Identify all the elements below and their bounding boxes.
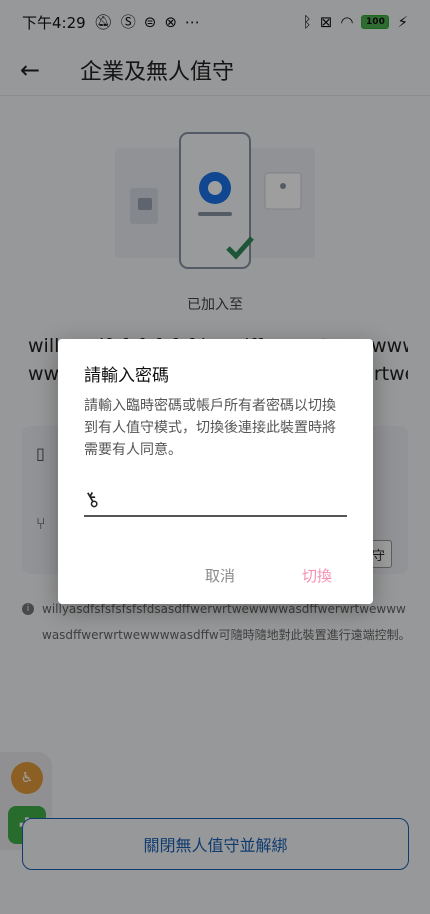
key-icon: ⚷	[78, 484, 104, 514]
input-underline	[84, 515, 347, 517]
password-dialog: 請輸入密碼 請輸入臨時密碼或帳戶所有者密碼以切換到有人值守模式，切換後連接此裝置…	[58, 339, 373, 604]
dialog-title: 請輸入密碼	[84, 366, 169, 386]
dialog-message: 請輸入臨時密碼或帳戶所有者密碼以切換到有人值守模式，切換後連接此裝置時將需要有人…	[84, 398, 336, 458]
cancel-button[interactable]: 取消	[205, 565, 235, 586]
password-input[interactable]	[112, 489, 344, 513]
switch-button[interactable]: 切換	[302, 565, 332, 586]
